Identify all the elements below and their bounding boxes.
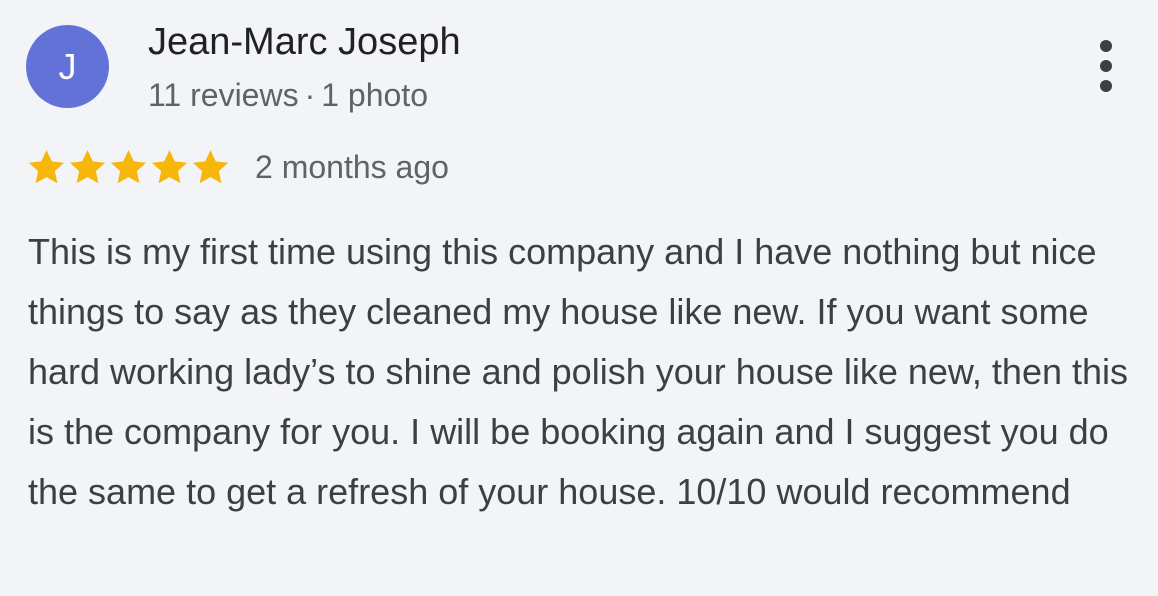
- review-date: 2 months ago: [255, 149, 449, 185]
- author-meta: 11 reviews · 1 photo: [148, 74, 428, 116]
- author-name[interactable]: Jean-Marc Joseph: [148, 18, 461, 66]
- meta-separator: ·: [304, 77, 316, 113]
- star-icon: [110, 149, 147, 183]
- rating-row: 2 months ago: [26, 144, 449, 190]
- star-rating: [26, 147, 231, 188]
- review-text: This is my first time using this company…: [28, 231, 1129, 512]
- star-icon: [151, 149, 188, 183]
- review-card: J Jean-Marc Joseph 11 reviews · 1 photo 2 …: [0, 0, 1158, 596]
- more-options-button[interactable]: [1086, 36, 1126, 96]
- star-icon: [69, 149, 106, 183]
- star-icon: [28, 149, 65, 183]
- photos-count: 1 photo: [321, 77, 428, 113]
- reviews-count: 11 reviews: [148, 77, 299, 113]
- avatar-initial: J: [58, 45, 77, 87]
- avatar[interactable]: J: [26, 25, 109, 108]
- star-icon: [192, 149, 229, 183]
